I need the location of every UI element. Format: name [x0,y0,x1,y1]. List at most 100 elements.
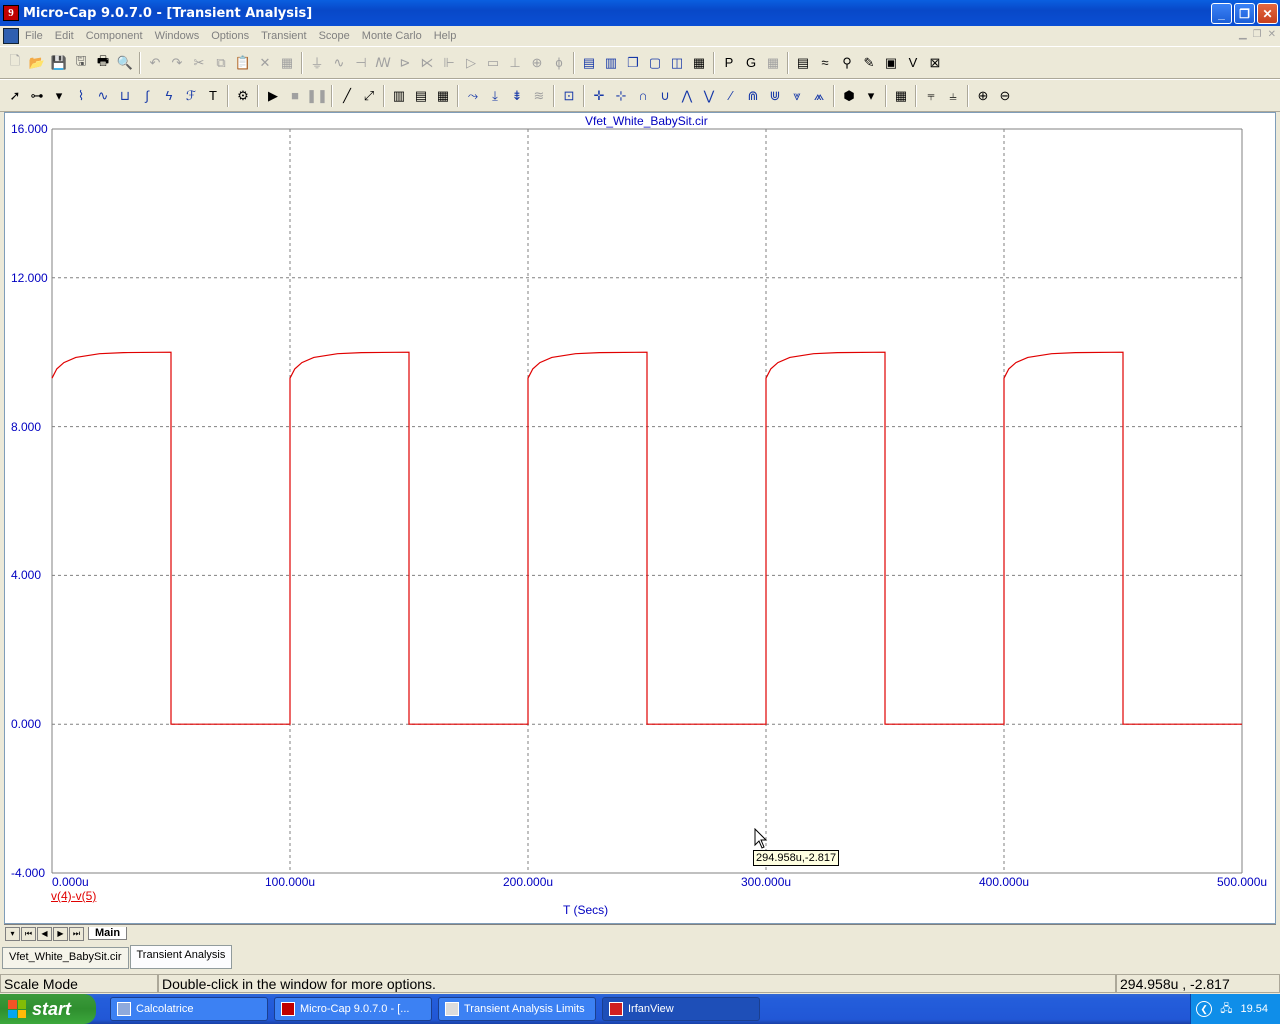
tabular-icon[interactable]: ▦ [890,85,912,107]
cascade-icon[interactable]: ❐ [622,52,644,74]
mosfet-component-icon[interactable]: ⊩ [438,52,460,74]
delete-icon[interactable]: ✕ [254,52,276,74]
taskbar-calcolatrice[interactable]: Calcolatrice [110,997,268,1021]
low-icon[interactable]: ⋁ [698,85,720,107]
next-tab-icon[interactable]: ▶ [53,926,68,941]
grid-horizontal-icon[interactable]: ▤ [410,85,432,107]
voltage-source-icon[interactable]: ⊕ [526,52,548,74]
menu-transient[interactable]: Transient [255,30,312,42]
align-cursors-icon[interactable]: ⫧ [920,85,942,107]
restore-button[interactable]: ❐ [1234,3,1255,24]
tile-vertical-icon[interactable]: ▥ [600,52,622,74]
next-interpolated-icon[interactable]: ⊹ [610,85,632,107]
menu-file[interactable]: File [19,30,49,42]
tile-horizontal-icon[interactable]: ▤ [578,52,600,74]
menu-windows[interactable]: Windows [149,30,206,42]
save-all-icon[interactable]: 🖫 [70,52,92,74]
print-icon[interactable]: 🖶 [92,52,114,74]
ground-component-icon[interactable]: ⏚ [306,52,328,74]
show-hidden-icons-icon[interactable]: ❮ [1196,1001,1213,1017]
zoom-out-icon[interactable]: ⊖ [994,85,1016,107]
network-icon[interactable]: 🖧 [1220,1000,1232,1019]
last-tab-icon[interactable]: ⏭ [69,926,84,941]
numeric-output-icon[interactable]: ▤ [792,52,814,74]
trace-label[interactable]: v(4)-v(5) [51,889,96,903]
bus-mode-icon[interactable]: ⊔ [114,85,136,107]
peak-icon[interactable]: ∩ [632,85,654,107]
taskbar-irfanview[interactable]: IrfanView [602,997,760,1021]
point-tag-icon[interactable]: ℱ [180,85,202,107]
next-simple-icon[interactable]: ✛ [588,85,610,107]
cut-icon[interactable]: ✂ [188,52,210,74]
go-to-icon[interactable]: ⬢ [838,85,860,107]
tag-mode-icon[interactable]: ⫨ [942,85,964,107]
npn-component-icon[interactable]: ⋉ [416,52,438,74]
document-icon[interactable] [3,28,19,44]
clock[interactable]: 19.54 [1240,1003,1268,1015]
tab-main[interactable]: Main [88,927,128,940]
start-button[interactable]: start [0,994,96,1024]
grid-vertical-icon[interactable]: ▥ [388,85,410,107]
pause-icon[interactable]: ❚❚ [306,85,328,107]
info-mode-icon[interactable]: ∫ [136,85,158,107]
microcap-app-icon[interactable]: 9 [3,5,19,21]
menu-options[interactable]: Options [205,30,255,42]
split-window-icon[interactable]: ◫ [666,52,688,74]
cursor-left-icon[interactable]: ⤳ [462,85,484,107]
frame-icon[interactable]: ▣ [880,52,902,74]
vd-icon[interactable]: V [902,52,924,74]
save-icon[interactable]: 💾 [48,52,70,74]
tab-transient-analysis[interactable]: Transient Analysis [129,945,233,969]
g-icon[interactable]: G [740,52,762,74]
menu-edit[interactable]: Edit [49,30,80,42]
taskbar-microcap[interactable]: Micro-Cap 9.0.7.0 - [... [274,997,432,1021]
grid-icon[interactable]: ▦ [762,52,784,74]
select-mode-icon[interactable]: ➚ [4,85,26,107]
stop-icon[interactable]: ■ [284,85,306,107]
top-icon[interactable]: ⩔ [786,85,808,107]
calculator-icon[interactable]: ▦ [688,52,710,74]
cursor-wave-icon[interactable]: ≋ [528,85,550,107]
mdi-minimize-icon[interactable]: ▁ [1239,29,1247,40]
plot-area[interactable]: Vfet_White_BabySit.cir 16.000 12.000 8.0… [4,112,1276,924]
tab-schematic[interactable]: Vfet_White_BabySit.cir [2,947,129,969]
title-bar[interactable]: 9 Micro-Cap 9.0.7.0 - [Transient Analysi… [0,0,1280,26]
open-folder-icon[interactable]: 📂 [26,52,48,74]
prev-tab-icon[interactable]: ◀ [37,926,52,941]
zoom-in-icon[interactable]: ⊕ [972,85,994,107]
resistor-component-icon[interactable]: ∿ [328,52,350,74]
inflection-icon[interactable]: ∕ [720,85,742,107]
battery-component-icon[interactable]: ⊥ [504,52,526,74]
grid-full-icon[interactable]: ▦ [432,85,454,107]
inductor-component-icon[interactable]: ꟿ [372,52,394,74]
pulse-source-icon[interactable]: ϕ [548,52,570,74]
menu-help[interactable]: Help [428,30,463,42]
wire-mode-icon[interactable]: ⌇ [70,85,92,107]
line-arrow-tool-icon[interactable]: ⤢ [358,85,380,107]
component-mode-icon[interactable]: ⊶ [26,85,48,107]
opamp-component-icon[interactable]: ▷ [460,52,482,74]
mdi-close-icon[interactable]: ✕ [1268,29,1276,40]
close-button[interactable]: ✕ [1257,3,1278,24]
bottom-icon[interactable]: ⩕ [808,85,830,107]
print-preview-icon[interactable]: 🔍 [114,52,136,74]
first-tab-icon[interactable]: ⏮ [21,926,36,941]
go-to-dropdown-icon[interactable]: ▾ [860,85,882,107]
copy-icon[interactable]: ⧉ [210,52,232,74]
text-mode-icon[interactable]: T [202,85,224,107]
transient-plot[interactable] [5,113,1277,925]
waveform-icon[interactable]: ≈ [814,52,836,74]
cursor-down-icon[interactable]: ⤓ [484,85,506,107]
menu-component[interactable]: Component [80,30,149,42]
new-file-icon[interactable]: 🗋 [4,52,26,74]
block-component-icon[interactable]: ▭ [482,52,504,74]
scale-mode-icon[interactable]: ⊡ [558,85,580,107]
global-high-icon[interactable]: ⋒ [742,85,764,107]
help-mode-icon[interactable]: ϟ [158,85,180,107]
minimize-button[interactable]: _ [1211,3,1232,24]
valley-icon[interactable]: ∪ [654,85,676,107]
select-all-icon[interactable]: ▦ [276,52,298,74]
probe-icon[interactable]: ⚲ [836,52,858,74]
scope-view-icon[interactable]: ⊠ [924,52,946,74]
line-tool-icon[interactable]: ╱ [336,85,358,107]
